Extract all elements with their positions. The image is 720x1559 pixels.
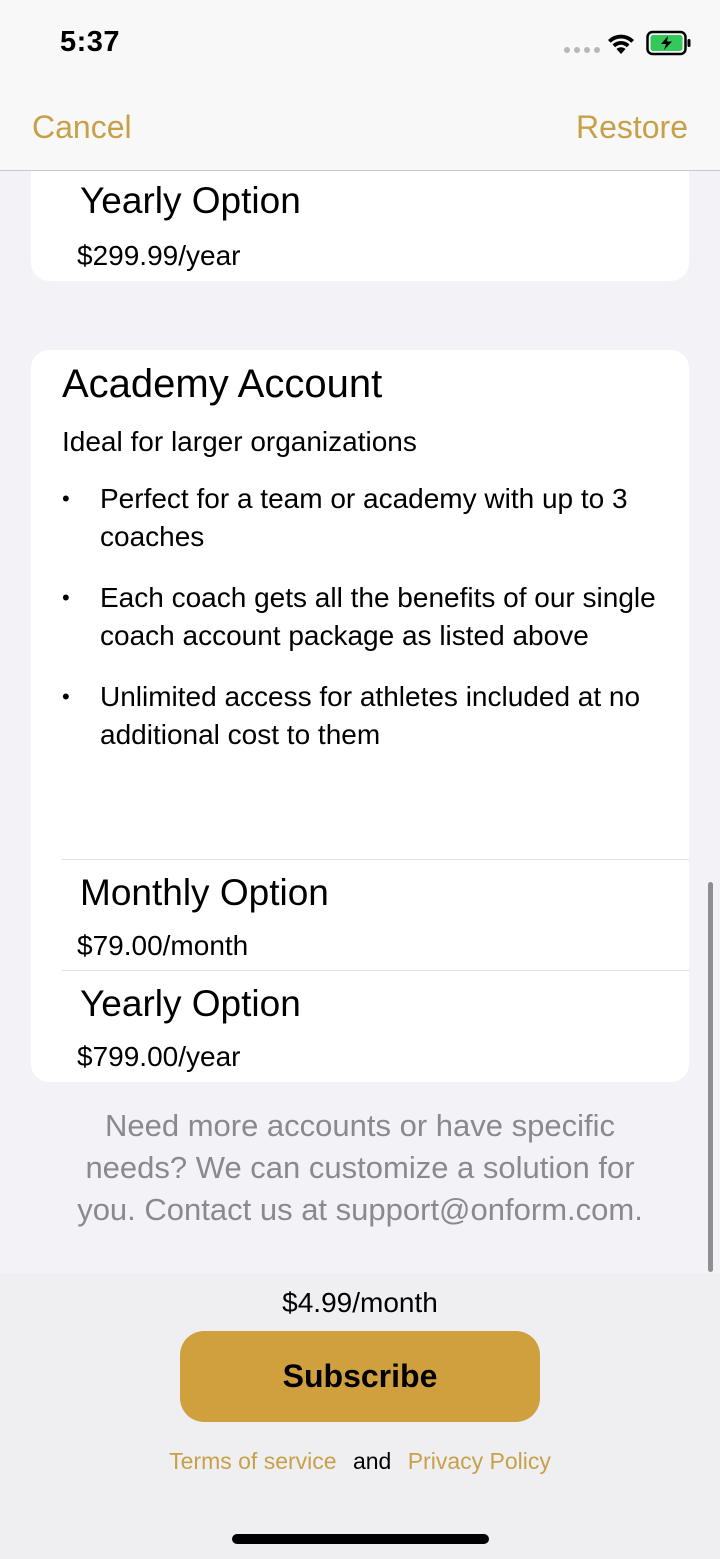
feature-text: Each coach gets all the benefits of our … [100, 582, 656, 651]
single-coach-card: Yearly Option $299.99/year [31, 170, 689, 281]
yearly-option-row[interactable]: Yearly Option $799.00/year [62, 970, 689, 1082]
bullet-icon: • [62, 486, 70, 511]
academy-feature-list: • Perfect for a team or academy with up … [62, 480, 662, 777]
contact-support-text: Need more accounts or have specific need… [77, 1108, 643, 1227]
restore-button[interactable]: Restore [576, 109, 688, 146]
cellular-dots-icon [564, 47, 600, 53]
monthly-option-row[interactable]: Monthly Option $79.00/month [62, 859, 689, 971]
nav-bar: Cancel Restore [0, 88, 720, 171]
cancel-button[interactable]: Cancel [32, 109, 132, 146]
subscribe-panel: $4.99/month Subscribe Terms of service a… [0, 1273, 720, 1559]
subscribe-button[interactable]: Subscribe [180, 1331, 540, 1422]
yearly-option-title: Yearly Option [80, 983, 301, 1024]
academy-subtitle: Ideal for larger organizations [62, 426, 417, 457]
status-bar: 5:37 [0, 0, 720, 88]
academy-title: Academy Account [62, 362, 383, 406]
selected-price: $4.99/month [282, 1287, 438, 1318]
list-item: • Perfect for a team or academy with up … [62, 480, 662, 556]
list-item: • Unlimited access for athletes included… [62, 678, 662, 754]
bullet-icon: • [62, 585, 70, 610]
battery-charging-icon [646, 30, 691, 56]
feature-text: Perfect for a team or academy with up to… [100, 483, 628, 552]
monthly-option-title: Monthly Option [80, 872, 329, 913]
wifi-icon [608, 34, 634, 54]
academy-account-card: Academy Account Ideal for larger organiz… [31, 350, 689, 1082]
and-text: and [352, 1448, 392, 1474]
bullet-icon: • [62, 684, 70, 709]
yearly-option-price: $799.00/year [77, 1041, 241, 1072]
feature-text: Unlimited access for athletes included a… [100, 681, 641, 750]
yearly-option-price: $299.99/year [77, 240, 241, 271]
home-indicator[interactable] [232, 1534, 489, 1544]
monthly-option-price: $79.00/month [77, 930, 249, 961]
status-time: 5:37 [60, 26, 121, 58]
legal-links: Terms of service and Privacy Policy [0, 1448, 720, 1475]
scrollbar[interactable] [708, 882, 713, 1272]
privacy-policy-link[interactable]: Privacy Policy [408, 1448, 551, 1474]
yearly-option-title: Yearly Option [80, 180, 301, 221]
list-item: • Each coach gets all the benefits of ou… [62, 579, 662, 655]
terms-of-service-link[interactable]: Terms of service [169, 1448, 336, 1474]
subscription-scroll-view[interactable]: Yearly Option $299.99/year Academy Accou… [0, 170, 720, 1273]
